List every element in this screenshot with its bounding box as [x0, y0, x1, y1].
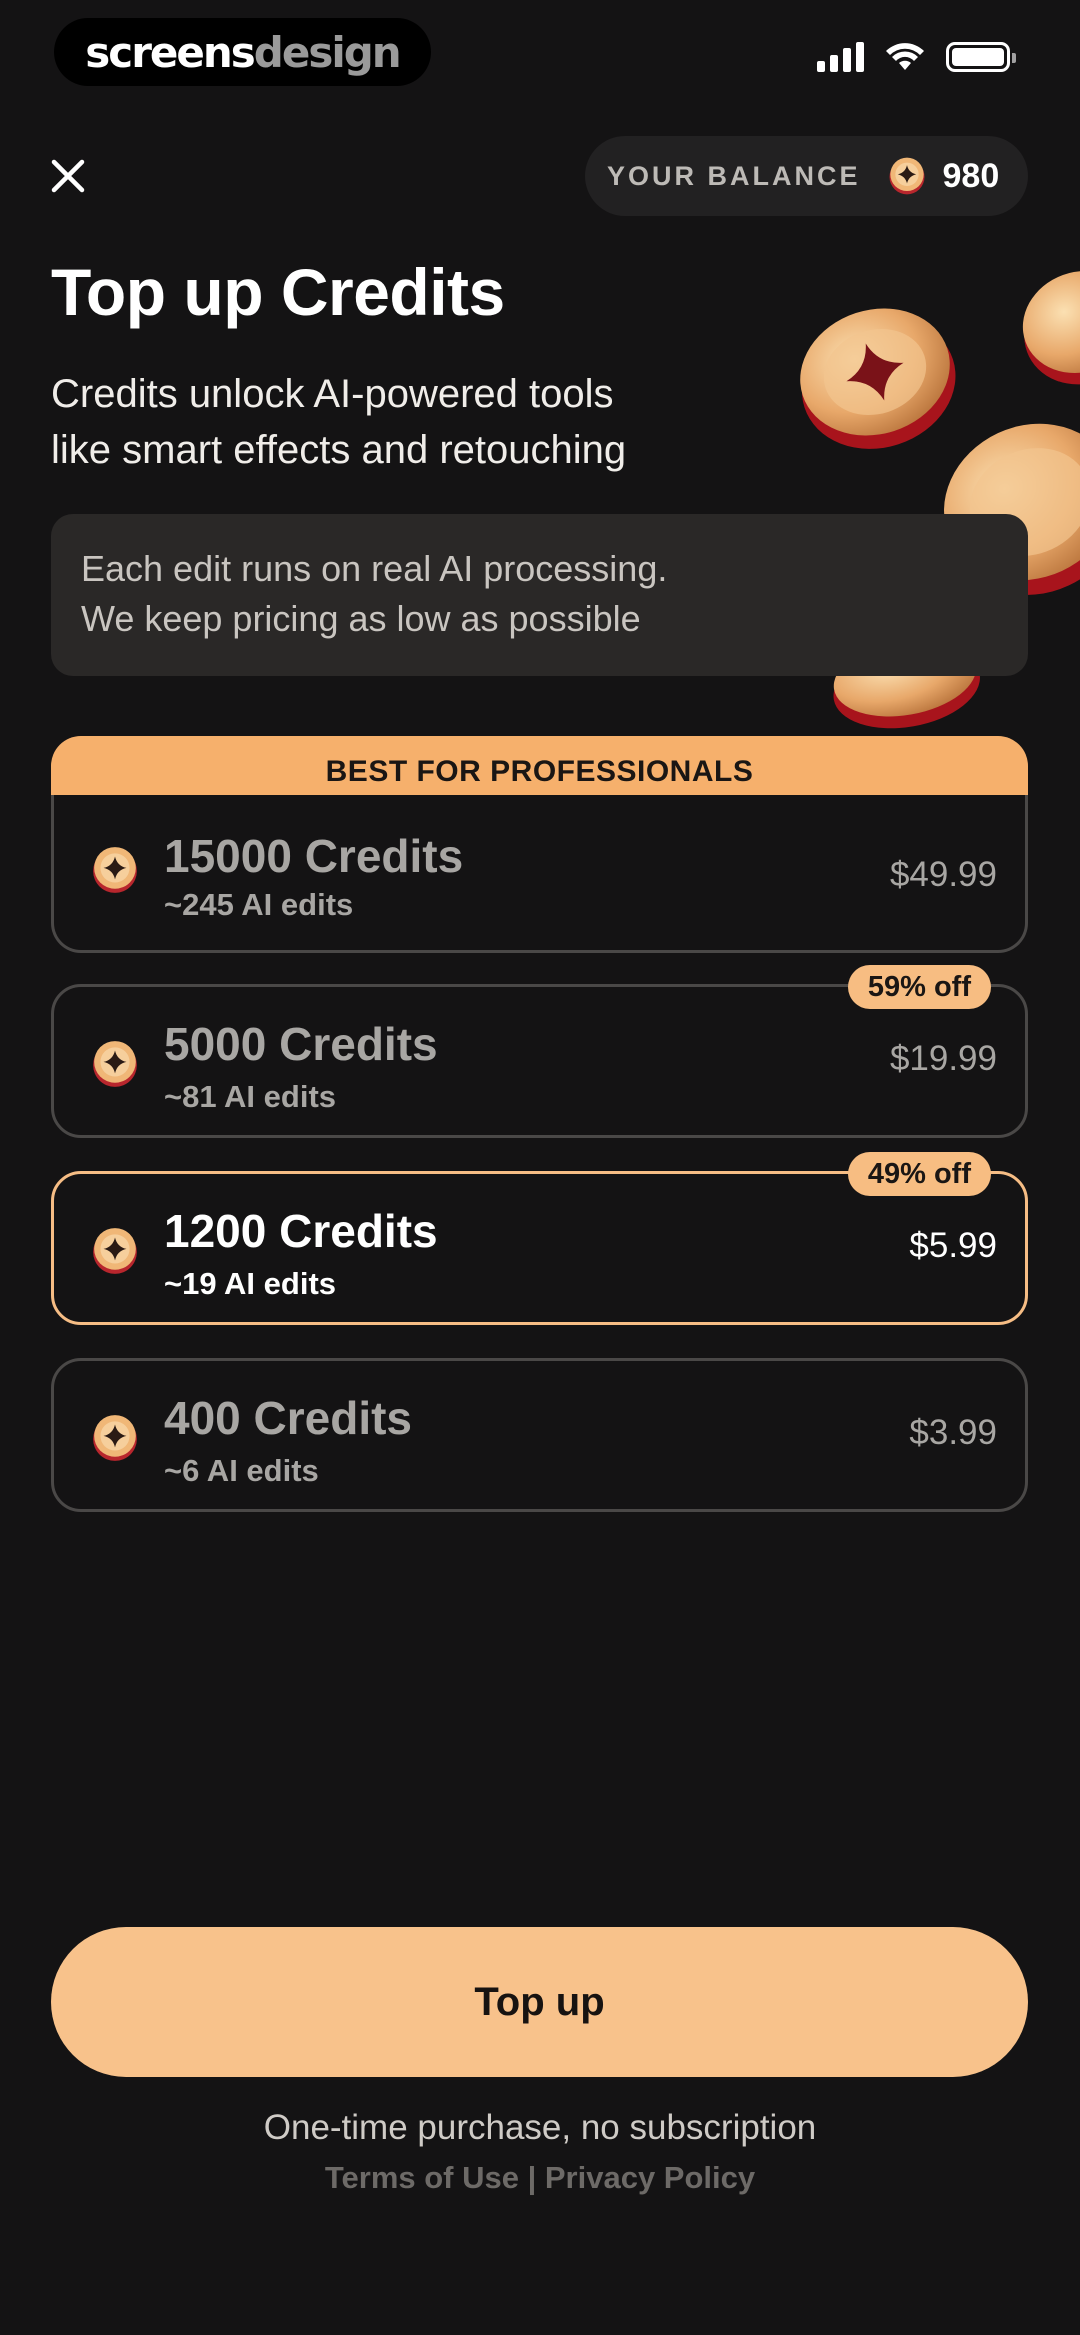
balance-pill: YOUR BALANCE 980 — [585, 136, 1028, 216]
balance-label: YOUR BALANCE — [607, 160, 861, 191]
info-card: Each edit runs on real AI processing. We… — [51, 514, 1028, 676]
package-5000-credits[interactable]: 59% off 5000 Credits ~81 AI edits $19.99 — [51, 965, 1028, 1138]
package-name: 5000 Credits — [164, 1018, 438, 1070]
signal-icon — [817, 42, 864, 72]
package-400-credits[interactable]: 400 Credits ~6 AI edits $3.99 — [51, 1358, 1028, 1512]
subtitle-line-1: Credits unlock AI-powered tools — [51, 372, 614, 416]
package-edits: ~6 AI edits — [164, 1453, 319, 1488]
coin-icon — [93, 1041, 137, 1087]
package-price: $19.99 — [889, 1039, 997, 1078]
package-1200-credits[interactable]: 49% off 1200 Credits ~19 AI edits $5.99 — [51, 1152, 1028, 1325]
package-price: $49.99 — [889, 855, 997, 894]
package-edits: ~81 AI edits — [164, 1079, 337, 1114]
close-button[interactable] — [44, 152, 92, 200]
subtitle-line-2: like smart effects and retouching — [51, 428, 627, 472]
coin-icon — [93, 1415, 137, 1461]
brand-text-1: screens — [85, 27, 255, 77]
legal-links[interactable]: Terms of Use | Privacy Policy — [0, 2160, 1080, 2196]
info-line-2: We keep pricing as low as possible — [81, 598, 641, 639]
package-name: 15000 Credits — [164, 830, 464, 882]
status-icons — [817, 42, 1016, 72]
page-title: Top up Credits — [51, 255, 505, 329]
package-name: 400 Credits — [164, 1392, 413, 1444]
close-icon — [51, 159, 85, 193]
purchase-footnote: One-time purchase, no subscription — [263, 2108, 817, 2147]
coin-icon — [93, 1228, 137, 1274]
wifi-icon — [886, 43, 924, 70]
package-edits: ~19 AI edits — [164, 1266, 337, 1301]
package-price: $5.99 — [909, 1226, 997, 1265]
coin-icon — [93, 847, 137, 893]
package-edits: ~245 AI edits — [164, 887, 354, 922]
coin-icon — [889, 157, 925, 195]
brand-text-2: design — [253, 27, 402, 77]
discount-badge: 49% off — [847, 1152, 991, 1196]
info-line-1: Each edit runs on real AI processing. — [81, 548, 668, 589]
top-up-button[interactable]: Top up — [51, 1927, 1028, 2077]
page-subtitle: Credits unlock AI-powered tools like sma… — [51, 366, 751, 478]
package-price: $3.99 — [909, 1413, 997, 1452]
balance-value: 980 — [942, 156, 1000, 195]
screensdesign-logo: screens design — [54, 18, 431, 86]
battery-icon — [946, 42, 1016, 72]
package-name: 1200 Credits — [164, 1205, 438, 1257]
discount-badge: 59% off — [847, 965, 991, 1009]
package-15000-credits[interactable]: 15000 Credits ~245 AI edits $49.99 — [51, 795, 1028, 953]
